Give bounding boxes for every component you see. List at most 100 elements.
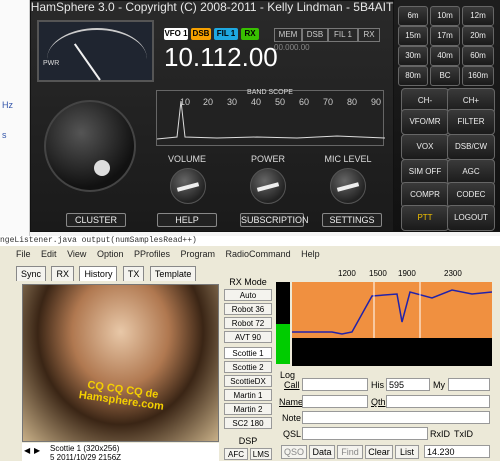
settings-button[interactable]: SETTINGS bbox=[322, 213, 382, 227]
power-knob[interactable] bbox=[250, 168, 286, 204]
mem-dsb-button[interactable]: DSB bbox=[302, 28, 328, 42]
afc-button[interactable]: AFC bbox=[224, 448, 248, 460]
scope-tick: 60 bbox=[299, 97, 310, 107]
prev-icon[interactable]: ◀ bbox=[24, 446, 30, 455]
help-button[interactable]: HELP bbox=[157, 213, 217, 227]
his-field[interactable]: 595 bbox=[386, 378, 430, 391]
wf-tick: 1500 bbox=[369, 269, 387, 278]
clear-button[interactable]: Clear bbox=[365, 445, 393, 459]
mem-fil-button[interactable]: FIL 1 bbox=[328, 28, 358, 42]
mem-button[interactable]: MEM bbox=[274, 28, 302, 42]
rx-mode-martin2[interactable]: Martin 2 bbox=[224, 403, 272, 415]
rx-mode-robot36[interactable]: Robot 36 bbox=[224, 303, 272, 315]
log-label: Log bbox=[280, 370, 296, 380]
logout-button[interactable]: LOGOUT bbox=[447, 205, 495, 231]
band-scope-title: BAND SCOPE bbox=[247, 89, 293, 96]
next-icon[interactable]: ▶ bbox=[34, 446, 40, 455]
menu-help[interactable]: Help bbox=[301, 246, 320, 262]
scope-tick: 50 bbox=[275, 97, 286, 107]
image-nav-bar: ◀ ▶ Scottie 1 (320x256) 5 2011/10/29 215… bbox=[22, 443, 219, 462]
mem-rx-button[interactable]: RX bbox=[358, 28, 380, 42]
qth-label: Qth bbox=[371, 397, 386, 407]
filter-button[interactable]: FIL 1 bbox=[214, 28, 238, 40]
band-key-10m[interactable]: 10m bbox=[430, 6, 460, 26]
menu-radiocommand[interactable]: RadioCommand bbox=[226, 246, 291, 262]
my-field[interactable] bbox=[448, 378, 490, 391]
scope-tick: 90 bbox=[371, 97, 382, 107]
band-key-bc[interactable]: BC bbox=[430, 66, 460, 86]
txid-label: TxID bbox=[454, 429, 473, 439]
lms-button[interactable]: LMS bbox=[250, 448, 272, 460]
menu-bar: File Edit View Option PProfiles Program … bbox=[16, 246, 500, 262]
qso-button[interactable]: QSO bbox=[281, 445, 307, 459]
menu-view[interactable]: View bbox=[67, 246, 86, 262]
subscription-button[interactable]: SUBSCRIPTION bbox=[240, 213, 309, 227]
qsl-field[interactable] bbox=[302, 427, 428, 440]
tab-sync[interactable]: Sync bbox=[16, 266, 47, 281]
tuning-knob[interactable] bbox=[44, 100, 136, 192]
tab-rx[interactable]: RX bbox=[51, 266, 74, 281]
band-key-12m[interactable]: 12m bbox=[462, 6, 494, 26]
menu-option[interactable]: Option bbox=[97, 246, 124, 262]
note-field[interactable] bbox=[302, 411, 490, 424]
band-key-20m[interactable]: 20m bbox=[462, 26, 494, 46]
scope-tick: 10 bbox=[180, 97, 191, 107]
band-key-160m[interactable]: 80m bbox=[398, 66, 428, 86]
mem-readout: 00.000.00 bbox=[274, 43, 310, 52]
list-button[interactable]: List bbox=[395, 445, 419, 459]
dsb-cw-button[interactable]: DSB/CW bbox=[447, 134, 495, 160]
band-key-30m[interactable]: 30m bbox=[398, 46, 428, 66]
menu-edit[interactable]: Edit bbox=[41, 246, 57, 262]
rx-button[interactable]: RX bbox=[241, 28, 259, 40]
menu-program[interactable]: Program bbox=[181, 246, 216, 262]
rxid-label: RxID bbox=[430, 429, 450, 439]
band-key-80m[interactable]: 160m bbox=[462, 66, 494, 86]
rx-mode-scottie1[interactable]: Scottie 1 bbox=[224, 347, 272, 359]
vfo-mr-button[interactable]: VFO/MR bbox=[401, 109, 449, 135]
scope-tick: 70 bbox=[323, 97, 334, 107]
received-sstv-image bbox=[22, 284, 219, 442]
tab-template[interactable]: Template bbox=[149, 266, 197, 281]
band-key-60m[interactable]: 60m bbox=[462, 46, 494, 66]
scope-tick: 40 bbox=[251, 97, 262, 107]
band-key-6m[interactable]: 6m bbox=[398, 6, 428, 26]
ptt-button[interactable]: PTT bbox=[401, 205, 449, 231]
rx-mode-label: RX Mode bbox=[229, 277, 267, 287]
filter-key[interactable]: FILTER bbox=[447, 109, 495, 135]
rx-mode-martin1[interactable]: Martin 1 bbox=[224, 389, 272, 401]
menu-profiles[interactable]: PProfiles bbox=[134, 246, 170, 262]
signal-level-bar bbox=[276, 282, 290, 364]
cluster-button[interactable]: CLUSTER bbox=[66, 213, 126, 227]
data-button[interactable]: Data bbox=[309, 445, 335, 459]
band-key-17m[interactable]: 17m bbox=[430, 26, 460, 46]
vox-button[interactable]: VOX bbox=[401, 134, 449, 160]
volume-knob[interactable] bbox=[170, 168, 206, 204]
rx-mode-scottie2[interactable]: Scottie 2 bbox=[224, 361, 272, 373]
call-field[interactable] bbox=[302, 378, 368, 391]
log-frequency-field[interactable]: 14.230 bbox=[424, 445, 490, 458]
rx-mode-auto[interactable]: Auto bbox=[224, 289, 272, 301]
rx-mode-robot72[interactable]: Robot 72 bbox=[224, 317, 272, 329]
name-field[interactable] bbox=[302, 395, 368, 408]
tab-history[interactable]: History bbox=[79, 266, 118, 281]
menu-file[interactable]: File bbox=[16, 246, 31, 262]
scope-tick: 30 bbox=[227, 97, 238, 107]
tab-tx[interactable]: TX bbox=[122, 266, 145, 281]
scope-tick: 20 bbox=[203, 97, 214, 107]
radio-title: HamSphere 3.0 - Copyright (C) 2008-2011 … bbox=[30, 0, 394, 14]
mode-button[interactable]: DSB bbox=[191, 28, 211, 40]
vfo-button[interactable]: VFO 1 bbox=[164, 28, 188, 40]
volume-label: VOLUME bbox=[167, 154, 206, 164]
mic-level-knob[interactable] bbox=[330, 168, 366, 204]
frequency-display: 10.112.00 bbox=[164, 42, 278, 72]
name-label: Name bbox=[279, 397, 304, 407]
band-key-15m[interactable]: 15m bbox=[398, 26, 428, 46]
rx-mode-scottiedx[interactable]: ScottieDX bbox=[224, 375, 272, 387]
memory-panel: MEM DSB FIL 1 RX 00.000.00 bbox=[274, 28, 386, 60]
qth-field[interactable] bbox=[386, 395, 490, 408]
waterfall-display bbox=[292, 338, 492, 366]
find-button[interactable]: Find bbox=[337, 445, 363, 459]
rx-mode-avt90[interactable]: AVT 90 bbox=[224, 331, 272, 343]
rx-mode-sc2-180[interactable]: SC2 180 bbox=[224, 417, 272, 429]
band-key-40m[interactable]: 40m bbox=[430, 46, 460, 66]
